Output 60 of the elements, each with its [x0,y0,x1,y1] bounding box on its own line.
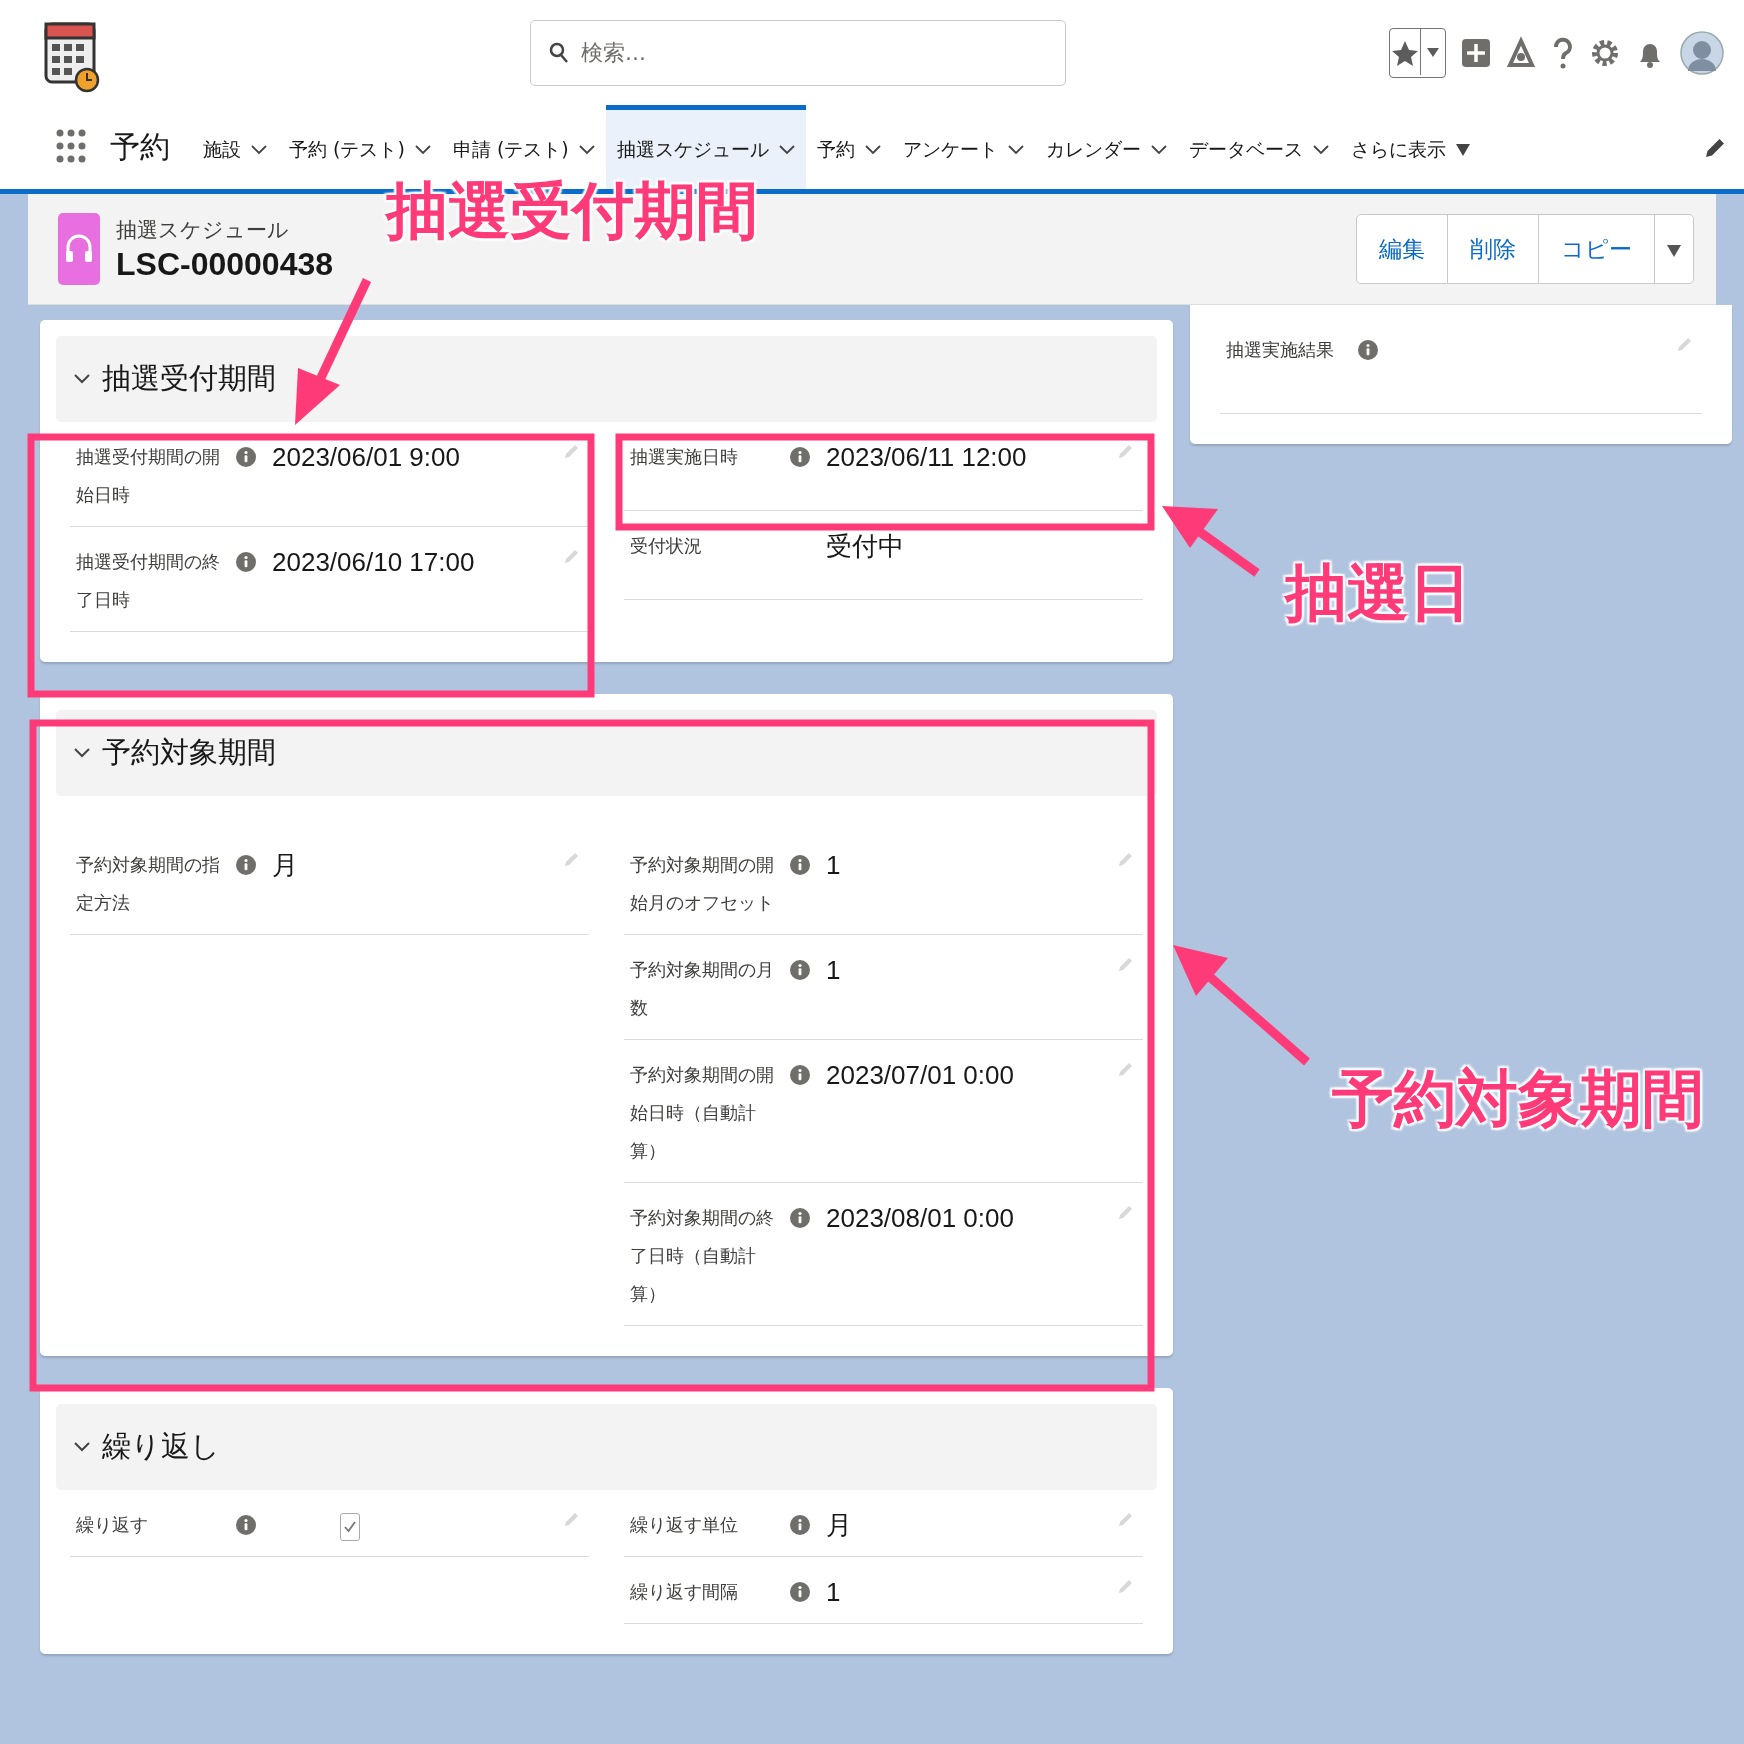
field-label: 抽選受付期間の開始日時 [76,445,221,507]
field-label: 予約対象期間の月数 [630,958,775,1020]
object-label: 抽選スケジュール [116,216,290,244]
chevron-down-icon[interactable] [1312,144,1329,155]
search-placeholder: 検索... [581,38,646,67]
field-value: 2023/06/11 12:00 [826,442,1027,472]
section-header[interactable]: 繰り返し [56,1404,1157,1490]
app-name: 予約 [110,127,170,166]
field-value: 2023/06/01 9:00 [272,442,460,472]
record-name: LSC-00000438 [116,245,334,283]
field-label: 繰り返す間隔 [630,1580,739,1604]
section-title: 予約対象期間 [102,734,276,771]
field-value: 月 [272,850,298,880]
chevron-down-icon [74,1442,90,1452]
chevron-down-icon[interactable] [251,144,267,155]
chevron-down-icon[interactable] [864,144,881,155]
nav-tab[interactable]: 施設 [192,105,278,189]
field-value: 2023/08/01 0:00 [826,1203,1014,1233]
chevron-down-icon[interactable] [778,144,795,155]
chevron-down-icon[interactable] [578,144,595,155]
section-header[interactable]: 予約対象期間 [56,710,1157,796]
field-label: 抽選実施結果 [1226,338,1335,362]
nav-tab[interactable]: 予約 [805,105,892,189]
field-value: 2023/07/01 0:00 [826,1060,1014,1090]
chevron-down-icon [74,374,90,384]
nav-tab[interactable]: データベース [1177,105,1340,189]
section-header[interactable]: 抽選受付期間 [56,336,1157,422]
section-title: 抽選受付期間 [102,360,276,397]
field-label: 予約対象期間の開始日時（自動計算） [630,1063,775,1163]
field-label: 繰り返す [76,1513,149,1537]
nav-tab[interactable]: アンケート [891,105,1035,189]
chevron-down-icon[interactable] [414,144,431,155]
field-label: 繰り返す単位 [630,1513,739,1537]
chevron-down-icon [74,748,90,758]
check-icon [343,1520,357,1534]
field-value: 2023/06/10 17:00 [272,547,475,577]
search-field[interactable]: 検索... [530,19,1066,86]
search-icon [549,41,569,64]
field-value: 1 [826,1577,841,1607]
field-value: 1 [826,850,841,880]
action-button[interactable]: 編集 [1357,215,1448,283]
caret-down-icon[interactable] [1455,143,1470,156]
field-label: 抽選実施日時 [630,445,739,469]
field-value: 月 [826,1510,852,1540]
chevron-down-icon[interactable] [1007,144,1024,155]
field-label: 抽選受付期間の終了日時 [76,550,221,612]
chevron-down-icon[interactable] [1150,144,1167,155]
field-label: 予約対象期間の開始月のオフセット [630,853,775,915]
field-value: 1 [826,955,841,985]
headset-icon [64,233,94,265]
section-title: 繰り返し [102,1428,220,1465]
caret-down-icon [1667,245,1681,257]
nav-tab[interactable]: さらに表示 [1339,105,1481,189]
field-label: 受付状況 [630,534,703,558]
annotation-label: 抽選日 [1285,562,1471,624]
field-label: 予約対象期間の終了日時（自動計算） [630,1206,775,1306]
field-value: 受付中 [826,531,904,561]
annotation-label: 予約対象期間 [1332,1068,1704,1130]
field-label: 予約対象期間の指定方法 [76,853,221,915]
nav-tab[interactable]: カレンダー [1034,105,1178,189]
